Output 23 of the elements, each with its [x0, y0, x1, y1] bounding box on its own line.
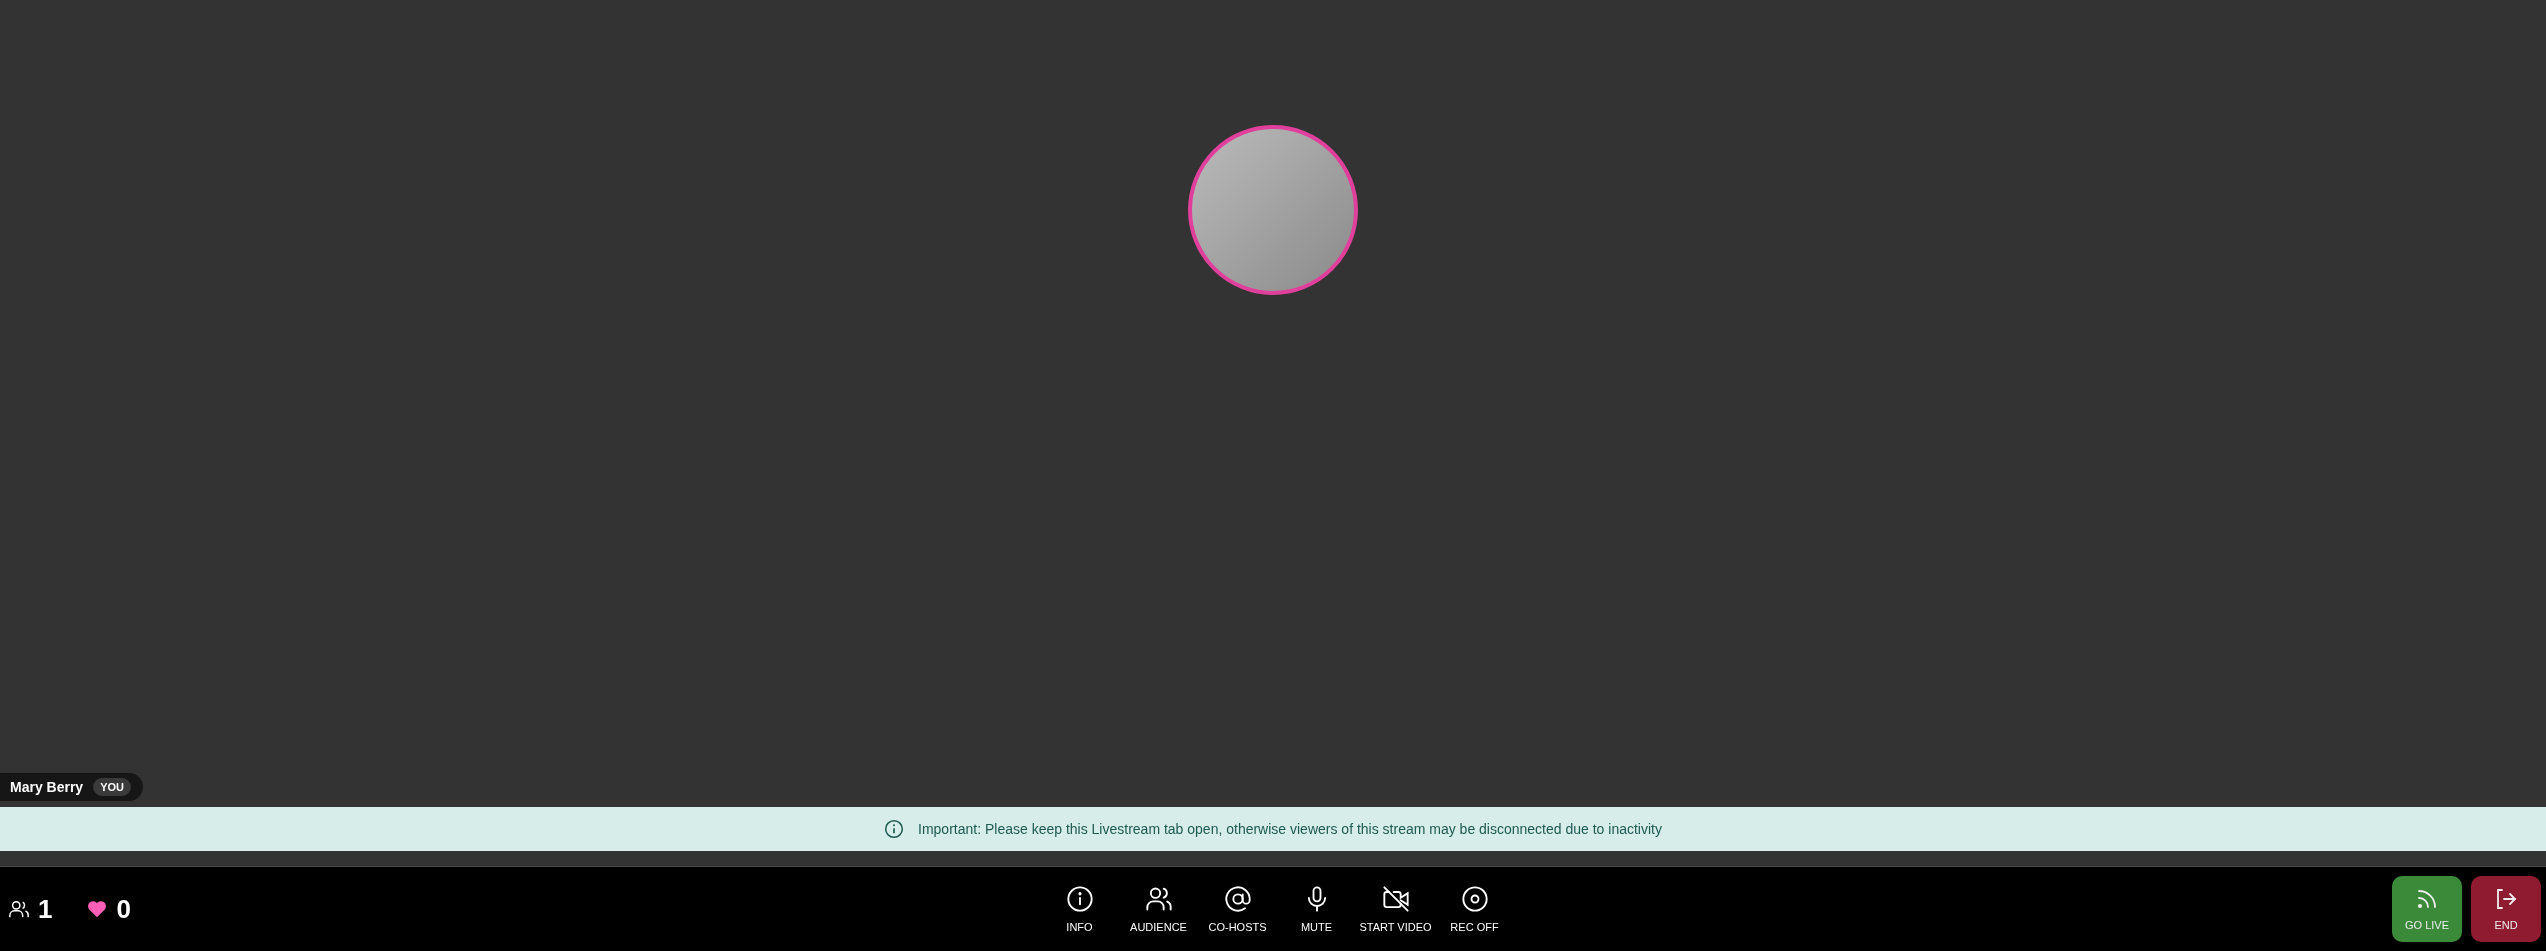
at-sign-icon [1223, 885, 1252, 913]
toolbar-button[interactable]: AUDIENCE [1119, 885, 1198, 933]
you-badge: YOU [93, 778, 131, 796]
video-off-icon [1381, 885, 1410, 913]
toolbar-button[interactable]: CO-HOSTS [1198, 885, 1277, 933]
broadcast-icon [2415, 887, 2439, 911]
participant-name: Mary Berry [10, 779, 84, 795]
info-icon [1065, 885, 1094, 913]
notice-text: Important: Please keep this Livestream tab open, otherwise viewers of this stream may be disconnected due to inactivity [918, 821, 1662, 837]
toolbar-button[interactable]: START VIDEO [1356, 885, 1435, 933]
go-live-button[interactable]: GO LIVE [2392, 876, 2462, 942]
like-count: 0 [116, 893, 131, 925]
people-icon [1144, 885, 1173, 913]
info-icon [884, 819, 905, 839]
heart-icon [86, 898, 109, 920]
toolbar-button[interactable]: INFO [1040, 885, 1119, 933]
end-button[interactable]: END [2471, 876, 2541, 942]
exit-icon [2494, 887, 2518, 911]
record-icon [1460, 885, 1489, 913]
viewer-count: 1 [38, 893, 53, 925]
toolbar-button[interactable]: REC OFF [1435, 885, 1514, 933]
people-icon [8, 898, 30, 920]
toolbar-button[interactable]: MUTE [1277, 885, 1356, 933]
